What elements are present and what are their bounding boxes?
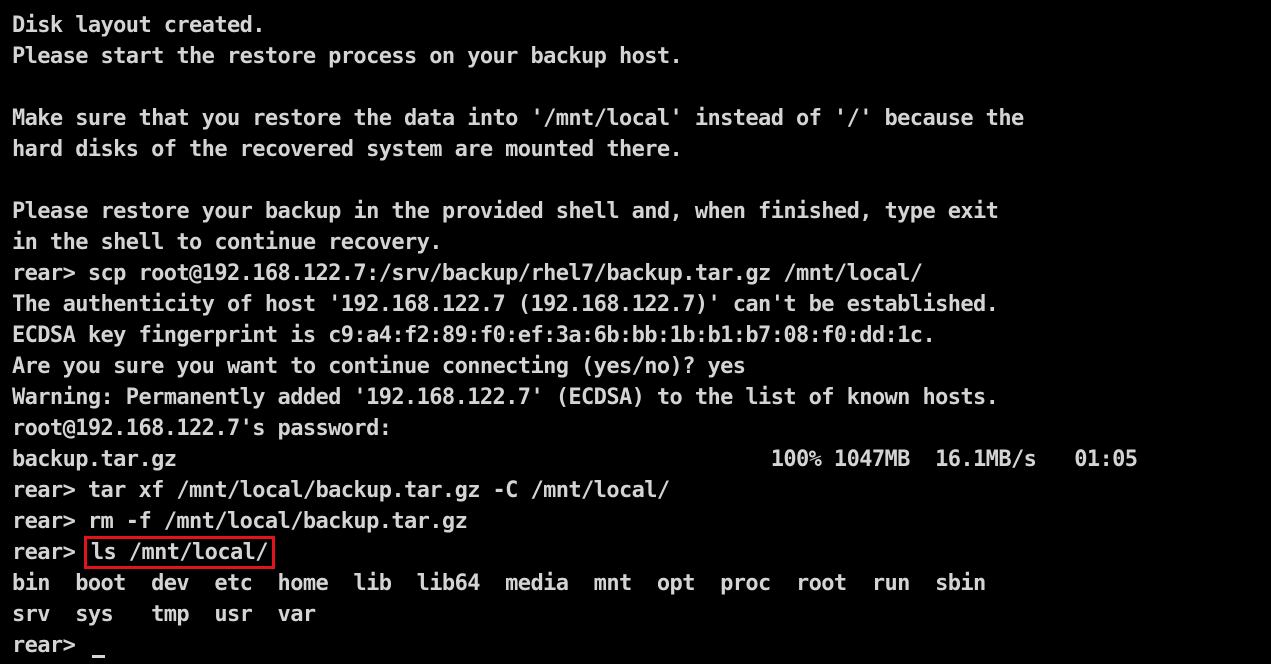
terminal-line-rm-command: rear> rm -f /mnt/local/backup.tar.gz (12, 509, 468, 534)
terminal-line: in the shell to continue recovery. (12, 230, 443, 255)
terminal-line: Warning: Permanently added '192.168.122.… (12, 385, 999, 410)
shell-prompt: rear> (12, 633, 88, 658)
directory-listing-row: srv sys tmp usr var (12, 602, 316, 627)
terminal-line-tar-command: rear> tar xf /mnt/local/backup.tar.gz -C… (12, 478, 670, 503)
terminal-line: Are you sure you want to continue connec… (12, 354, 746, 379)
terminal-line: Make sure that you restore the data into… (12, 106, 1024, 131)
terminal-line: The authenticity of host '192.168.122.7 … (12, 292, 999, 317)
cursor-icon (91, 655, 105, 658)
terminal-line: Please start the restore process on your… (12, 44, 683, 69)
terminal-line-scp-command: rear> scp root@192.168.122.7:/srv/backup… (12, 261, 923, 286)
terminal-line: ECDSA key fingerprint is c9:a4:f2:89:f0:… (12, 323, 936, 348)
highlighted-command: ls /mnt/local/ (83, 536, 275, 569)
terminal-line: Disk layout created. (12, 13, 266, 38)
directory-listing-row: bin boot dev etc home lib lib64 media mn… (12, 571, 986, 596)
terminal-input-line[interactable]: rear> (12, 630, 1271, 661)
terminal-console[interactable]: Disk layout created. Please start the re… (0, 0, 1271, 664)
terminal-line-transfer-progress: backup.tar.gz 100% 1047MB 16.1MB/s 01:05 (12, 447, 1138, 472)
terminal-line: root@192.168.122.7's password: (12, 416, 392, 441)
terminal-line: hard disks of the recovered system are m… (12, 137, 683, 162)
terminal-line: Please restore your backup in the provid… (12, 199, 999, 224)
terminal-line-ls-command: rear> ls /mnt/local/ (12, 536, 1271, 569)
shell-prompt: rear> (12, 540, 88, 565)
